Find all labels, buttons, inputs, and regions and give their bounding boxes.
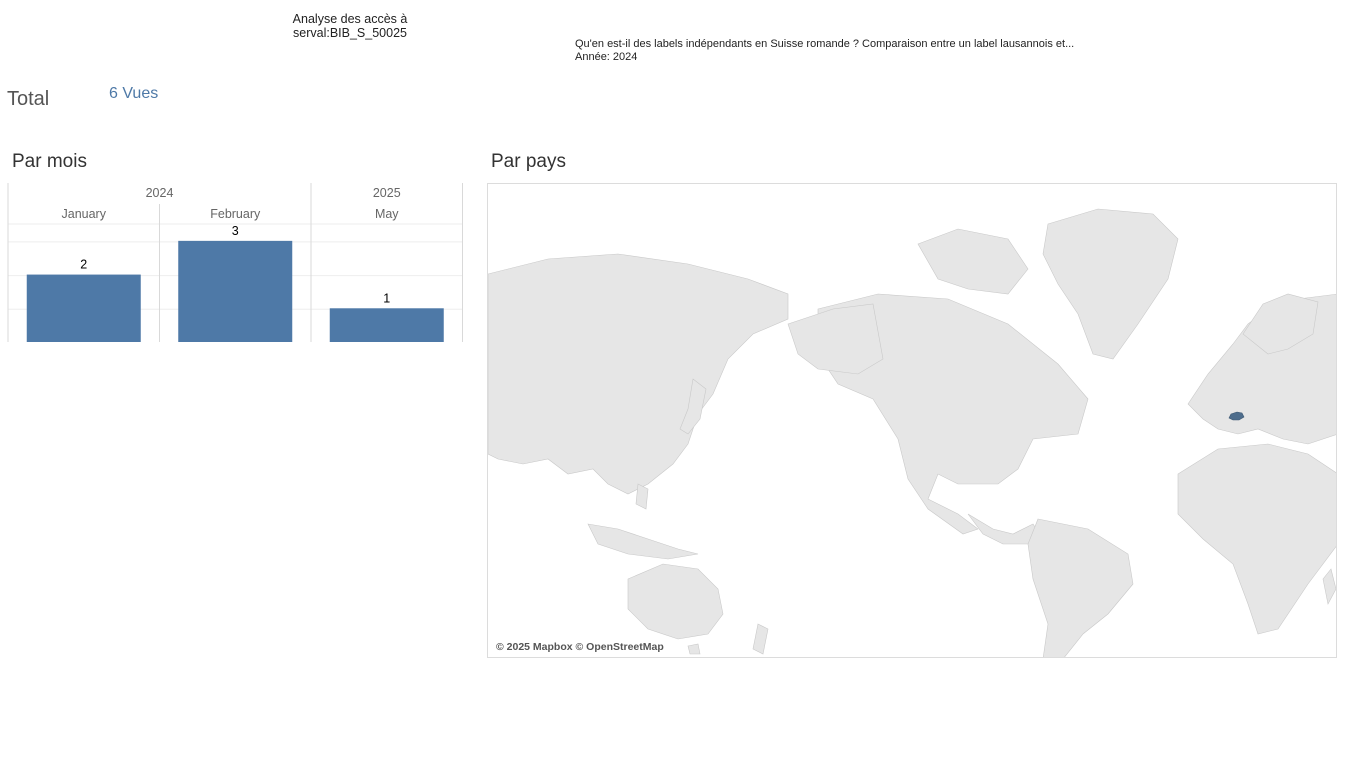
monthly-bar-chart: 2024 2025 January 2 February 3 May 1 (0, 180, 470, 350)
total-views-value: 6 Vues (109, 85, 159, 102)
bar-value-label: 2 (80, 258, 87, 272)
land-greenland (1042, 208, 1179, 360)
land-arctic-islands (917, 228, 1029, 295)
bar-value-label: 1 (383, 291, 390, 305)
land-philippines (635, 483, 649, 510)
bar-february[interactable] (178, 240, 293, 342)
land-south-america (1027, 518, 1134, 657)
country-map[interactable]: © 2025 Mapbox © OpenStreetMap (487, 183, 1337, 658)
document-year: Année: 2024 (575, 51, 638, 63)
total-label: Total (7, 88, 50, 110)
month-header: May (375, 207, 399, 221)
world-map-svg (488, 208, 1336, 657)
land-madagascar (1322, 568, 1336, 605)
report-title-line1: Analyse des accès à (292, 12, 408, 26)
land-asia (488, 253, 789, 495)
map-attribution[interactable]: © 2025 Mapbox © OpenStreetMap (496, 641, 664, 653)
document-info: Qu'en est-il des labels indépendants en … (575, 38, 1074, 64)
land-australia (627, 563, 724, 640)
land-alaska (787, 303, 884, 375)
month-header: January (62, 207, 107, 221)
section-title-by-month: Par mois (12, 151, 87, 172)
bar-value-label: 3 (232, 224, 239, 238)
month-header: February (210, 207, 261, 221)
land-tasmania (687, 643, 701, 655)
bar-may[interactable] (329, 308, 444, 342)
year-header: 2025 (373, 186, 401, 200)
year-header: 2024 (146, 186, 174, 200)
land-indonesia (587, 523, 699, 560)
land-africa (1177, 443, 1336, 635)
document-title: Qu'en est-il des labels indépendants en … (575, 38, 1075, 50)
monthly-bar-chart-svg: 2024 2025 January 2 February 3 May 1 (7, 183, 463, 342)
section-title-by-country: Par pays (491, 151, 566, 172)
report-title: Analyse des accès à serval:BIB_S_50025 (270, 12, 430, 40)
land-new-zealand (752, 623, 769, 655)
report-title-line2: serval:BIB_S_50025 (293, 26, 407, 40)
bar-january[interactable] (26, 274, 141, 342)
